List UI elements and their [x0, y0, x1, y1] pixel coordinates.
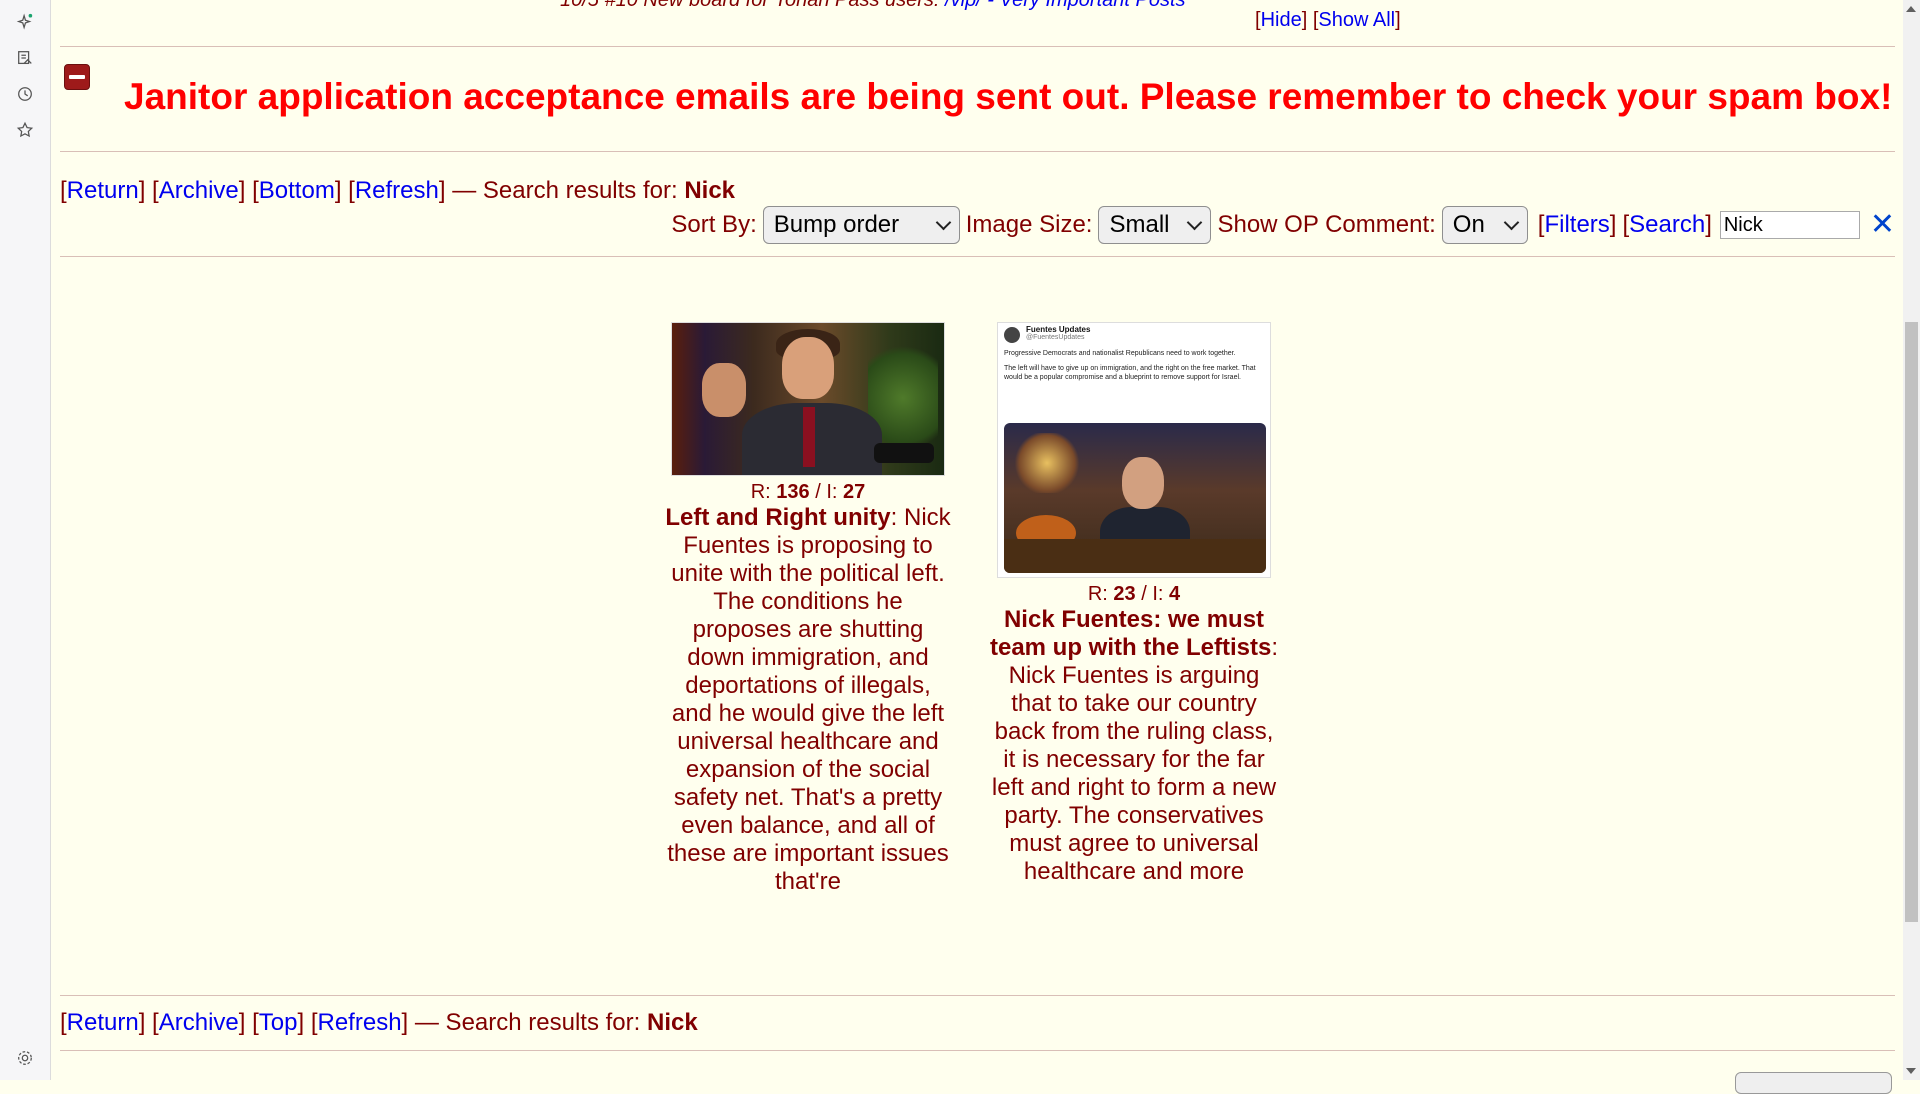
image-count: 27 [843, 481, 866, 503]
chevron-down-icon [1187, 214, 1203, 231]
minus-icon [69, 75, 85, 79]
filters-link[interactable]: Filters [1544, 211, 1609, 238]
divider [60, 151, 1895, 152]
show-op-comment-select[interactable]: On [1441, 206, 1528, 244]
return-link[interactable]: Return [67, 1009, 139, 1036]
thread-teaser: Left and Right unity: Nick Fuentes is pr… [665, 504, 951, 895]
browser-sidebar [0, 0, 51, 1080]
sparkle-icon[interactable] [15, 12, 35, 32]
avatar [1004, 327, 1020, 343]
sort-by-select[interactable]: Bump order [762, 206, 960, 244]
hide-link[interactable]: Hide [1261, 9, 1302, 31]
image-size-label: Image Size: [965, 211, 1093, 238]
thumbnail-detail [874, 443, 934, 463]
tweet-text-line: Progressive Democrats and nationalist Re… [1004, 350, 1236, 357]
sort-by-value: Bump order [773, 211, 900, 238]
scroll-up-icon[interactable] [1906, 6, 1916, 12]
catalog-thread[interactable]: R: 136 / I: 27 Left and Right unity: Nic… [663, 322, 953, 912]
show-all-link[interactable]: Show All [1318, 9, 1395, 31]
reading-list-icon[interactable] [15, 48, 35, 68]
bottom-navigation: [Return] [Archive] [Top] [Refresh] — Sea… [60, 1009, 698, 1036]
thread-stats: R: 23 / I: 4 [1087, 583, 1181, 605]
top-link[interactable]: Top [259, 1009, 298, 1036]
divider [60, 46, 1895, 47]
return-link[interactable]: Return [67, 177, 139, 204]
tweet-media [1004, 423, 1266, 573]
tweet-handle: @FuentesUpdates [1026, 334, 1085, 341]
search-results-label: — Search results for: [414, 1009, 641, 1036]
thread-stats: R: 136 / I: 27 [750, 481, 866, 503]
tweet-text: Progressive Democrats and nationalist Re… [1004, 349, 1266, 382]
announcement-toggle-button[interactable] [64, 64, 90, 90]
bottom-link[interactable]: Bottom [259, 177, 335, 204]
image-count: 4 [1169, 583, 1181, 605]
search-query: Nick [684, 177, 736, 204]
search-input[interactable] [1719, 211, 1860, 239]
close-icon[interactable]: ✕ [1870, 210, 1895, 240]
search-query: Nick [646, 1009, 698, 1036]
tweet-author: Fuentes Updates [1026, 325, 1091, 334]
settings-icon[interactable] [15, 1048, 35, 1068]
divider [60, 995, 1895, 996]
thumbnail-detail [1004, 539, 1266, 573]
image-size-select[interactable]: Small [1098, 206, 1212, 244]
refresh-link[interactable]: Refresh [318, 1009, 402, 1036]
thumbnail-detail [782, 337, 834, 399]
thread-thumbnail[interactable]: Fuentes Updates @FuentesUpdates Progress… [997, 322, 1271, 578]
board-page: 10/5 #10 New board for Tohan Pass users:… [60, 0, 1895, 1080]
reply-count: 23 [1113, 583, 1136, 605]
history-icon[interactable] [15, 84, 35, 104]
thumbnail-detail [1122, 457, 1164, 509]
global-announcement: Janitor application acceptance emails ar… [124, 76, 1893, 117]
news-controls: [Hide] [Show All] [1255, 9, 1401, 31]
chevron-down-icon [1503, 214, 1520, 231]
archive-link[interactable]: Archive [159, 1009, 239, 1036]
reply-count: 136 [776, 481, 810, 503]
thread-comment: Nick Fuentes is proposing to unite with … [667, 504, 951, 895]
image-size-value: Small [1109, 211, 1170, 238]
tweet-text-line: The left will have to give up on immigra… [1004, 365, 1256, 381]
search-link[interactable]: Search [1629, 211, 1705, 238]
refresh-link[interactable]: Refresh [355, 177, 439, 204]
catalog-thread[interactable]: Fuentes Updates @FuentesUpdates Progress… [989, 322, 1279, 912]
news-message: 10/5 #10 New board for Tohan Pass users:… [560, 0, 1186, 12]
vertical-scrollbar[interactable] [1903, 0, 1920, 1080]
news-message-link[interactable]: /vip/ - Very Important Posts [945, 0, 1185, 11]
favorites-icon[interactable] [15, 120, 35, 140]
chevron-down-icon [935, 214, 952, 231]
show-op-comment-value: On [1452, 211, 1485, 238]
divider [60, 1050, 1895, 1051]
top-navigation: [Return] [Archive] [Bottom] [Refresh] — … [60, 177, 736, 204]
search-results-label: — Search results for: [452, 177, 678, 204]
partial-select[interactable] [1735, 1072, 1892, 1094]
archive-link[interactable]: Archive [159, 177, 239, 204]
catalog-controls: Sort By: Bump order Image Size: Small Sh… [671, 205, 1895, 245]
divider [60, 256, 1895, 257]
show-op-comment-label: Show OP Comment: [1217, 211, 1436, 238]
thread-comment: Nick Fuentes is arguing that to take our… [991, 662, 1277, 885]
scrollbar-thumb[interactable] [1905, 322, 1918, 922]
thread-thumbnail[interactable] [671, 322, 945, 476]
sort-by-label: Sort By: [671, 211, 757, 238]
scroll-down-icon[interactable] [1906, 1068, 1916, 1074]
thread-subject: Nick Fuentes: we must team up with the L… [989, 606, 1272, 661]
thumbnail-detail [1012, 433, 1082, 493]
thumbnail-detail [702, 363, 746, 417]
thread-subject: Left and Right unity [665, 504, 891, 531]
news-message-text: 10/5 #10 New board for Tohan Pass users: [560, 0, 940, 11]
thumbnail-detail [803, 407, 815, 467]
thread-teaser: Nick Fuentes: we must team up with the L… [989, 606, 1279, 885]
